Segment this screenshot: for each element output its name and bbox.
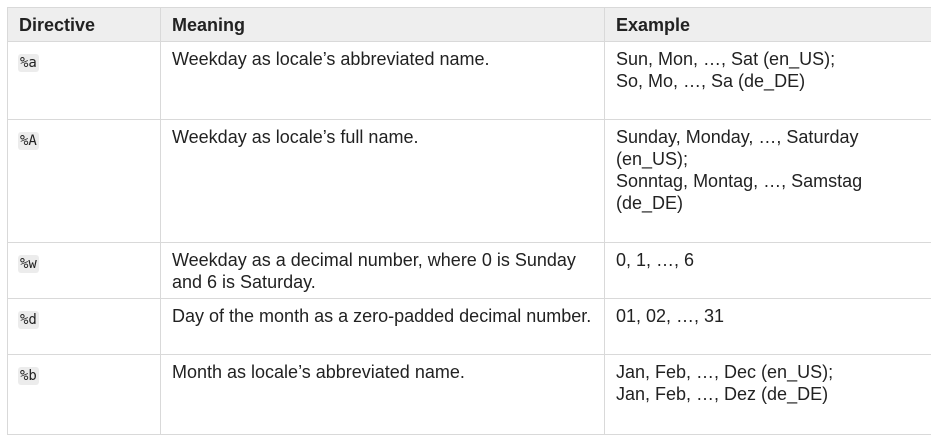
header-meaning: Meaning <box>160 7 605 42</box>
directive-code: %b <box>18 367 39 385</box>
example-cell: 01, 02, …, 31 <box>604 298 931 355</box>
example-cell: Jan, Feb, …, Dec (en_US); Jan, Feb, …, D… <box>604 354 931 435</box>
example-line: Sun, Mon, …, Sat (en_US); <box>616 49 836 69</box>
meaning-cell: Day of the month as a zero-padded decima… <box>160 298 605 355</box>
header-example: Example <box>604 7 931 42</box>
example-line: Jan, Feb, …, Dez (de_DE) <box>616 384 829 404</box>
table-body: %a Weekday as locale’s abbreviated name.… <box>7 41 931 435</box>
example-line: 01, 02, …, 31 <box>616 306 725 326</box>
example-line: So, Mo, …, Sa (de_DE) <box>616 71 806 91</box>
example-cell: 0, 1, …, 6 <box>604 242 931 299</box>
table-row: %w Weekday as a decimal number, where 0 … <box>7 242 931 299</box>
directive-cell: %w <box>7 242 161 299</box>
strftime-directives-table: Directive Meaning Example %a Weekday as … <box>7 7 931 435</box>
strftime-directives-table-container: Directive Meaning Example %a Weekday as … <box>7 7 931 440</box>
meaning-cell: Month as locale’s abbreviated name. <box>160 354 605 435</box>
header-directive: Directive <box>7 7 161 42</box>
example-line: Sonntag, Montag, …, Samstag <box>616 171 863 191</box>
directive-code: %d <box>18 311 39 329</box>
example-line: (en_US); <box>616 149 689 169</box>
directive-cell: %d <box>7 298 161 355</box>
directive-code: %w <box>18 255 39 273</box>
meaning-cell: Weekday as locale’s abbreviated name. <box>160 41 605 120</box>
example-line: Jan, Feb, …, Dec (en_US); <box>616 362 834 382</box>
meaning-cell: Weekday as locale’s full name. <box>160 119 605 243</box>
table-header: Directive Meaning Example <box>7 7 931 42</box>
example-cell: Sunday, Monday, …, Saturday (en_US); Son… <box>604 119 931 243</box>
directive-cell: %b <box>7 354 161 435</box>
example-line: (de_DE) <box>616 193 684 213</box>
example-cell: Sun, Mon, …, Sat (en_US); So, Mo, …, Sa … <box>604 41 931 120</box>
directive-code: %a <box>18 54 39 72</box>
directive-code: %A <box>18 132 39 150</box>
table-row: %A Weekday as locale’s full name. Sunday… <box>7 119 931 243</box>
header-row: Directive Meaning Example <box>7 7 931 42</box>
example-line: Sunday, Monday, …, Saturday <box>616 127 859 147</box>
table-row: %d Day of the month as a zero-padded dec… <box>7 298 931 355</box>
example-line: 0, 1, …, 6 <box>616 250 695 270</box>
meaning-cell: Weekday as a decimal number, where 0 is … <box>160 242 605 299</box>
table-row: %a Weekday as locale’s abbreviated name.… <box>7 41 931 120</box>
directive-cell: %a <box>7 41 161 120</box>
directive-cell: %A <box>7 119 161 243</box>
table-row: %b Month as locale’s abbreviated name. J… <box>7 354 931 435</box>
